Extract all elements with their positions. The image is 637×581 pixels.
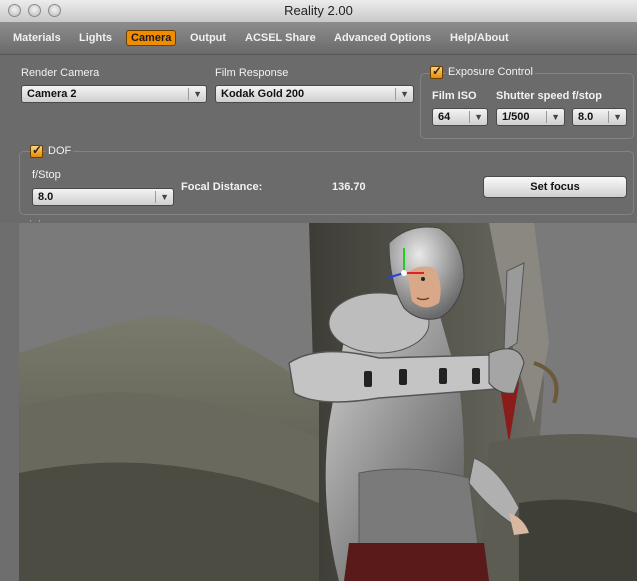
dof-fstop-select[interactable]: 8.0 ▼ bbox=[32, 188, 174, 206]
tab-help-about[interactable]: Help/About bbox=[450, 32, 509, 44]
film-iso-select[interactable]: 64 ▼ bbox=[432, 108, 488, 126]
film-iso-label: Film ISO bbox=[432, 90, 477, 102]
set-focus-button[interactable]: Set focus bbox=[483, 176, 627, 198]
chevron-down-icon: ▼ bbox=[193, 89, 202, 99]
tab-output[interactable]: Output bbox=[190, 32, 226, 44]
tab-materials[interactable]: Materials bbox=[13, 32, 61, 44]
combo-divider bbox=[155, 191, 156, 203]
shutter-speed-label: Shutter speed bbox=[496, 90, 570, 102]
focal-distance-value: 136.70 bbox=[332, 181, 366, 193]
chevron-down-icon: ▼ bbox=[551, 112, 560, 122]
exposure-fstop-label: f/stop bbox=[572, 90, 602, 102]
dof-title: DOF bbox=[46, 145, 74, 157]
dof-fstop-label: f/Stop bbox=[32, 169, 61, 181]
focal-distance-label: Focal Distance: bbox=[181, 181, 263, 193]
tab-lights[interactable]: Lights bbox=[79, 32, 112, 44]
chevron-down-icon: ▼ bbox=[613, 112, 622, 122]
combo-divider bbox=[188, 88, 189, 100]
render-camera-label: Render Camera bbox=[21, 67, 100, 79]
exposure-fstop-select[interactable]: 8.0 ▼ bbox=[572, 108, 627, 126]
exposure-control-title: Exposure Control bbox=[446, 66, 535, 78]
film-iso-value: 64 bbox=[438, 111, 451, 123]
camera-settings-panel: Render Camera Camera 2 ▼ Film Response K… bbox=[0, 55, 637, 229]
combo-divider bbox=[608, 111, 609, 123]
chevron-down-icon: ▼ bbox=[474, 112, 483, 122]
film-response-value: Kodak Gold 200 bbox=[221, 88, 305, 100]
shutter-speed-value: 1/500 bbox=[502, 111, 530, 123]
exposure-fstop-value: 8.0 bbox=[578, 111, 594, 123]
checkmark-icon: ✓ bbox=[32, 143, 43, 157]
tab-advanced-options[interactable]: Advanced Options bbox=[334, 32, 431, 44]
chevron-down-icon: ▼ bbox=[400, 89, 409, 99]
combo-divider bbox=[546, 111, 547, 123]
film-response-select[interactable]: Kodak Gold 200 ▼ bbox=[215, 85, 414, 103]
tab-camera[interactable]: Camera bbox=[126, 30, 177, 46]
scene-render bbox=[19, 223, 637, 581]
film-response-label: Film Response bbox=[215, 67, 289, 79]
combo-divider bbox=[395, 88, 396, 100]
tab-acsel-share[interactable]: ACSEL Share bbox=[245, 32, 316, 44]
window-title: Reality 2.00 bbox=[284, 3, 353, 18]
dof-checkbox[interactable]: ✓ bbox=[30, 143, 43, 158]
render-preview-viewport[interactable] bbox=[19, 223, 637, 581]
window-title-bar: Reality 2.00 bbox=[0, 0, 637, 23]
shutter-speed-select[interactable]: 1/500 ▼ bbox=[496, 108, 565, 126]
tab-bar: Materials Lights Camera Output ACSEL Sha… bbox=[0, 23, 637, 55]
render-camera-select[interactable]: Camera 2 ▼ bbox=[21, 85, 207, 103]
dof-fstop-value: 8.0 bbox=[38, 191, 54, 203]
exposure-control-group bbox=[420, 73, 634, 139]
checkmark-icon: ✓ bbox=[432, 64, 443, 78]
render-camera-value: Camera 2 bbox=[27, 88, 77, 100]
exposure-control-checkbox[interactable]: ✓ bbox=[430, 64, 443, 79]
combo-divider bbox=[469, 111, 470, 123]
chevron-down-icon: ▼ bbox=[160, 192, 169, 202]
